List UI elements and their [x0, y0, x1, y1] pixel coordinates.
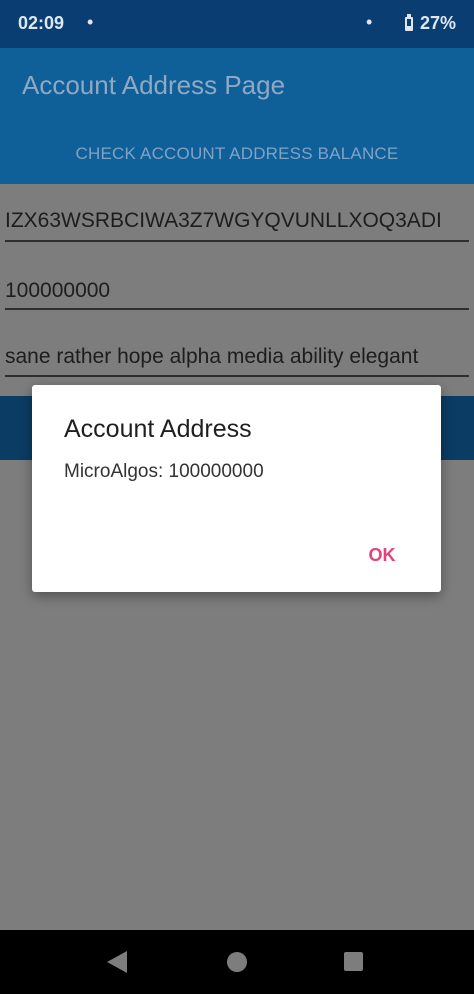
dialog-message: MicroAlgos: 100000000: [64, 461, 264, 482]
amount-field-underline: [5, 308, 469, 310]
ok-button[interactable]: OK: [354, 537, 410, 573]
status-time: 02:09: [18, 13, 65, 33]
check-balance-button[interactable]: CHECK ACCOUNT ADDRESS BALANCE: [0, 124, 474, 184]
address-field-underline: [5, 240, 469, 242]
address-field[interactable]: IZX63WSRBCIWA3Z7WGYQVUNLLXOQ3ADI: [5, 209, 469, 233]
alert-dialog: Account Address MicroAlgos: 100000000 OK: [32, 385, 441, 592]
amount-field[interactable]: 100000000: [5, 279, 469, 303]
notification-dot: •: [87, 12, 94, 32]
notification-dot: •: [366, 12, 373, 32]
app-bar: Account Address Page: [0, 48, 474, 124]
back-icon[interactable]: [107, 951, 127, 973]
mnemonic-field-underline: [5, 375, 469, 377]
dialog-title: Account Address: [64, 415, 252, 443]
battery-icon: [404, 14, 414, 31]
page-title: Account Address Page: [22, 70, 286, 100]
battery-percent: 27%: [420, 13, 457, 33]
recents-icon[interactable]: [344, 952, 363, 971]
navigation-bar: [0, 930, 474, 994]
status-bar: 02:09 • • 27%: [0, 0, 474, 48]
home-icon[interactable]: [227, 952, 247, 972]
mnemonic-field[interactable]: sane rather hope alpha media ability ele…: [5, 345, 469, 369]
